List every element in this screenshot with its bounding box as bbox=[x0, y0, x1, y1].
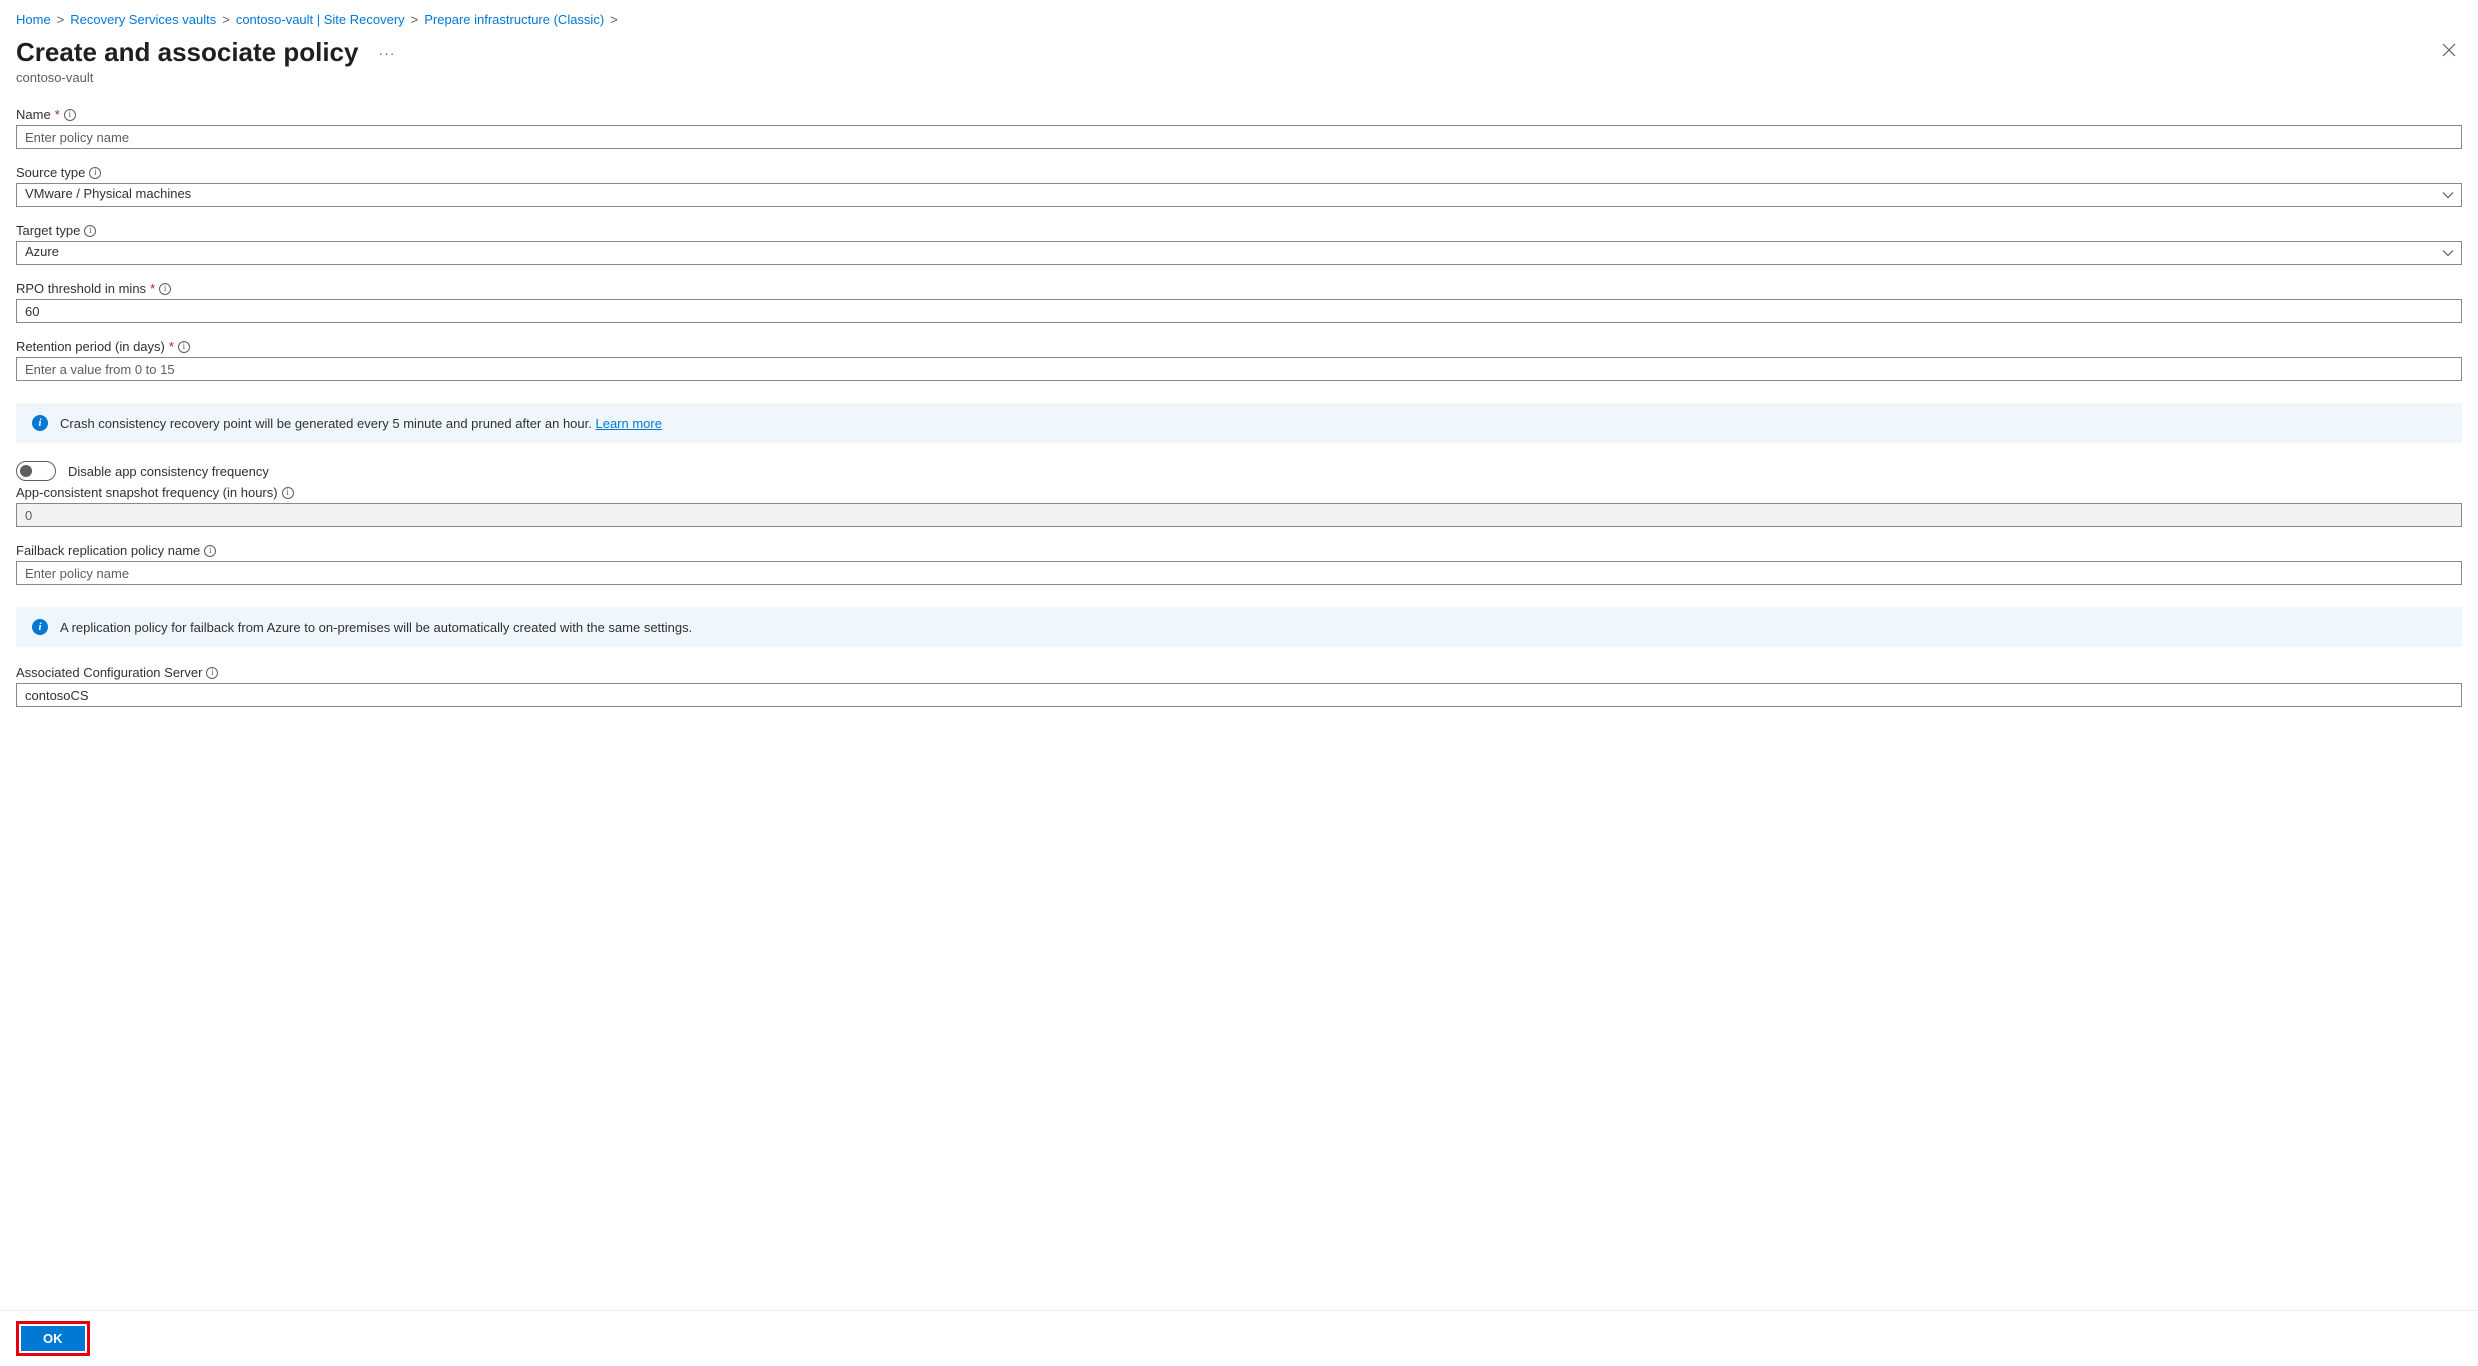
config-server-label: Associated Configuration Server bbox=[16, 665, 202, 680]
required-indicator: * bbox=[55, 107, 60, 122]
field-retention: Retention period (in days) * i bbox=[16, 339, 2462, 381]
info-icon: i bbox=[32, 415, 48, 431]
crash-consistency-banner: i Crash consistency recovery point will … bbox=[16, 403, 2462, 443]
breadcrumb-vault-recovery[interactable]: contoso-vault | Site Recovery bbox=[236, 12, 405, 27]
toggle-row: Disable app consistency frequency bbox=[16, 461, 2462, 481]
field-app-snapshot: App-consistent snapshot frequency (in ho… bbox=[16, 485, 2462, 527]
name-input[interactable] bbox=[16, 125, 2462, 149]
required-indicator: * bbox=[150, 281, 155, 296]
field-rpo-threshold: RPO threshold in mins * i bbox=[16, 281, 2462, 323]
failback-banner: i A replication policy for failback from… bbox=[16, 607, 2462, 647]
chevron-right-icon: > bbox=[222, 12, 230, 27]
banner-text: Crash consistency recovery point will be… bbox=[60, 416, 595, 431]
config-server-input[interactable] bbox=[16, 683, 2462, 707]
failback-input[interactable] bbox=[16, 561, 2462, 585]
disable-app-consistency-toggle[interactable] bbox=[16, 461, 56, 481]
ok-highlight: OK bbox=[16, 1321, 90, 1356]
chevron-right-icon: > bbox=[411, 12, 419, 27]
breadcrumb: Home > Recovery Services vaults > contos… bbox=[16, 12, 2462, 27]
page-header: Create and associate policy ··· bbox=[16, 37, 2462, 68]
app-snapshot-label: App-consistent snapshot frequency (in ho… bbox=[16, 485, 278, 500]
info-icon[interactable]: i bbox=[89, 167, 101, 179]
info-icon[interactable]: i bbox=[178, 341, 190, 353]
breadcrumb-prepare-infra[interactable]: Prepare infrastructure (Classic) bbox=[424, 12, 604, 27]
info-icon[interactable]: i bbox=[204, 545, 216, 557]
info-icon[interactable]: i bbox=[206, 667, 218, 679]
field-source-type: Source type i VMware / Physical machines bbox=[16, 165, 2462, 207]
name-label: Name bbox=[16, 107, 51, 122]
retention-label: Retention period (in days) bbox=[16, 339, 165, 354]
app-snapshot-input bbox=[16, 503, 2462, 527]
info-icon[interactable]: i bbox=[282, 487, 294, 499]
chevron-right-icon: > bbox=[610, 12, 618, 27]
source-type-label: Source type bbox=[16, 165, 85, 180]
info-icon[interactable]: i bbox=[84, 225, 96, 237]
breadcrumb-home[interactable]: Home bbox=[16, 12, 51, 27]
toggle-label: Disable app consistency frequency bbox=[68, 464, 269, 479]
field-config-server: Associated Configuration Server i bbox=[16, 665, 2462, 707]
target-type-label: Target type bbox=[16, 223, 80, 238]
source-type-select[interactable]: VMware / Physical machines bbox=[16, 183, 2462, 207]
target-type-select[interactable]: Azure bbox=[16, 241, 2462, 265]
field-failback: Failback replication policy name i bbox=[16, 543, 2462, 585]
footer: OK bbox=[0, 1310, 2478, 1366]
learn-more-link[interactable]: Learn more bbox=[595, 416, 661, 431]
banner-text: A replication policy for failback from A… bbox=[60, 620, 692, 635]
page-subtitle: contoso-vault bbox=[16, 70, 2462, 85]
breadcrumb-vaults[interactable]: Recovery Services vaults bbox=[70, 12, 216, 27]
retention-input[interactable] bbox=[16, 357, 2462, 381]
info-icon[interactable]: i bbox=[159, 283, 171, 295]
field-target-type: Target type i Azure bbox=[16, 223, 2462, 265]
ok-button[interactable]: OK bbox=[21, 1326, 85, 1351]
close-icon bbox=[2442, 43, 2456, 57]
failback-label: Failback replication policy name bbox=[16, 543, 200, 558]
more-actions-button[interactable]: ··· bbox=[374, 41, 399, 65]
rpo-threshold-label: RPO threshold in mins bbox=[16, 281, 146, 296]
required-indicator: * bbox=[169, 339, 174, 354]
rpo-threshold-input[interactable] bbox=[16, 299, 2462, 323]
chevron-right-icon: > bbox=[57, 12, 65, 27]
info-icon: i bbox=[32, 619, 48, 635]
info-icon[interactable]: i bbox=[64, 109, 76, 121]
close-button[interactable] bbox=[2436, 37, 2462, 63]
field-name: Name * i bbox=[16, 107, 2462, 149]
page-title: Create and associate policy bbox=[16, 37, 358, 68]
